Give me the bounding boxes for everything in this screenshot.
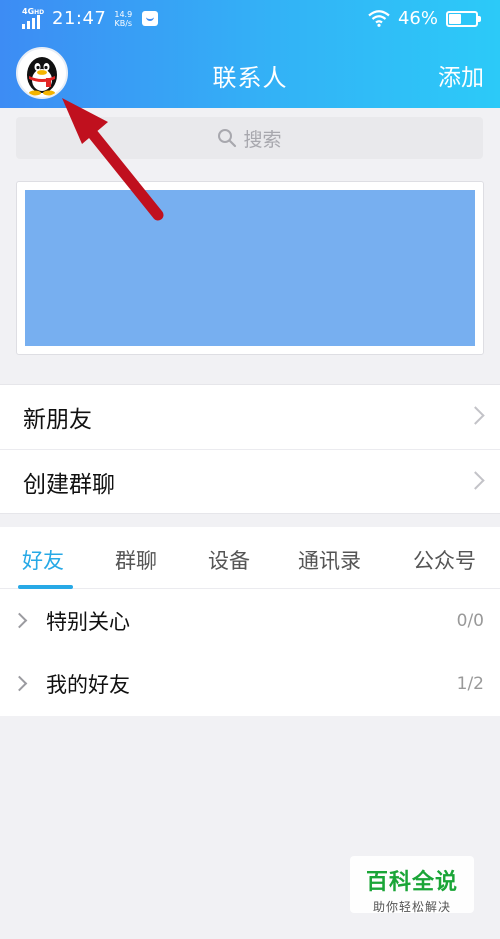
banner-image bbox=[25, 190, 475, 346]
tab-address-book[interactable]: 通讯录 bbox=[298, 545, 361, 575]
contacts-menu: 新朋友 创建群聊 bbox=[0, 384, 500, 514]
tab-groups[interactable]: 群聊 bbox=[115, 545, 157, 575]
watermark-title: 百科全说 bbox=[365, 870, 458, 895]
group-name: 我的好友 bbox=[46, 672, 130, 697]
search-input[interactable]: 搜索 bbox=[16, 117, 483, 159]
status-time: 21:47 bbox=[52, 8, 107, 29]
notification-icon bbox=[142, 11, 159, 26]
search-icon bbox=[218, 129, 237, 148]
chevron-right-icon bbox=[466, 406, 485, 425]
chevron-right-icon bbox=[11, 675, 28, 692]
header-bar: 4GHD 21:47 14.9 KB/s 46% 联系人 添加 bbox=[0, 0, 500, 108]
contacts-panel: 好友 群聊 设备 通讯录 公众号 特别关心 0/0 我的好友 1/2 bbox=[0, 527, 500, 716]
group-name: 特别关心 bbox=[46, 609, 130, 634]
chevron-right-icon bbox=[11, 612, 28, 629]
menu-item-label: 新朋友 bbox=[23, 407, 92, 433]
group-count: 0/0 bbox=[456, 610, 484, 631]
network-speed: 14.9 KB/s bbox=[114, 9, 133, 28]
battery-icon bbox=[446, 10, 481, 27]
friend-group-special-care[interactable]: 特别关心 0/0 bbox=[0, 589, 500, 652]
friend-group-my-friends[interactable]: 我的好友 1/2 bbox=[0, 652, 500, 715]
contact-tabs: 好友 群聊 设备 通讯录 公众号 bbox=[0, 527, 500, 589]
menu-item-create-group-chat[interactable]: 创建群聊 bbox=[0, 449, 500, 513]
battery-percent: 46% bbox=[397, 8, 438, 29]
menu-item-new-friends[interactable]: 新朋友 bbox=[0, 385, 500, 449]
page-title: 联系人 bbox=[212, 64, 288, 92]
tab-devices[interactable]: 设备 bbox=[208, 545, 250, 575]
add-button[interactable]: 添加 bbox=[438, 58, 484, 92]
wifi-icon bbox=[368, 10, 390, 27]
tab-friends[interactable]: 好友 bbox=[22, 545, 64, 575]
watermark-subtitle: 助你轻松解决 bbox=[372, 900, 451, 914]
status-bar: 4GHD 21:47 14.9 KB/s 46% bbox=[0, 0, 500, 38]
chevron-right-icon bbox=[466, 471, 485, 490]
menu-item-label: 创建群聊 bbox=[23, 471, 115, 498]
search-placeholder: 搜索 bbox=[243, 128, 282, 151]
group-count: 1/2 bbox=[456, 673, 484, 694]
tab-official-accounts[interactable]: 公众号 bbox=[413, 545, 476, 575]
banner-card[interactable] bbox=[16, 181, 484, 355]
watermark-logo: 百科全说 助你轻松解决 bbox=[350, 856, 474, 914]
signal-icon: 4GHD bbox=[22, 7, 46, 29]
